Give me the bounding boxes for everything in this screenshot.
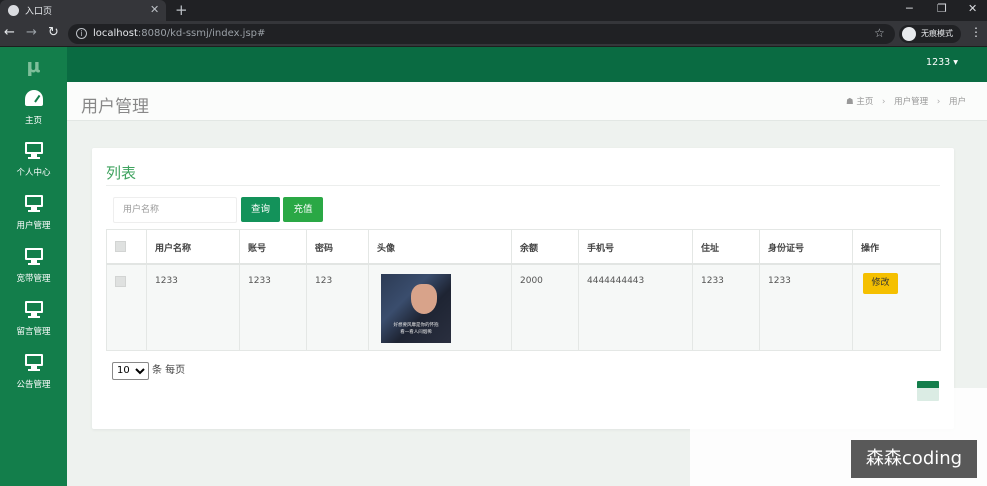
sidebar-item-home[interactable]: 主页 xyxy=(0,90,67,143)
globe-icon xyxy=(8,5,19,16)
top-header: 1233 ▾ xyxy=(67,47,987,82)
incognito-label: 无痕模式 xyxy=(921,29,953,38)
restore-icon[interactable]: ❐ xyxy=(937,2,947,15)
page-size-control: 10条 每页 xyxy=(112,361,185,380)
bookmark-star-icon[interactable]: ☆ xyxy=(874,26,885,40)
close-icon[interactable]: ✕ xyxy=(150,3,159,16)
column-header: 操作 xyxy=(852,229,941,265)
table-row: 1233 1233 123 好想要风靡是你的怀抱 看一看人间烟稀 2000 44… xyxy=(106,263,941,351)
page-header: 用户管理 ☗ 主页 › 用户管理 › 用户 xyxy=(67,82,987,121)
user-table: 用户名称 账号 密码 头像 余额 手机号 住址 身份证号 操作 1233 123… xyxy=(106,229,941,351)
column-header: 手机号 xyxy=(578,229,693,265)
list-card: 列表 用户名称 查询 充值 用户名称 账号 密码 头像 余额 手机号 住址 身份… xyxy=(92,148,954,429)
new-tab-icon[interactable]: + xyxy=(175,1,188,19)
watermark: 森森coding xyxy=(851,440,977,478)
username-search-input[interactable]: 用户名称 xyxy=(113,197,237,223)
sidebar-item-label: 主页 xyxy=(24,116,42,126)
minimize-icon[interactable]: ─ xyxy=(906,2,913,15)
browser-tab-bar: 入口页 ✕ + ─ ❐ ✕ xyxy=(0,0,987,21)
incognito-badge[interactable]: 无痕模式 xyxy=(899,25,961,43)
balance-cell: 2000 xyxy=(511,263,579,351)
monitor-icon xyxy=(24,142,44,160)
row-checkbox[interactable] xyxy=(115,275,126,287)
browser-tab[interactable]: 入口页 ✕ xyxy=(0,0,166,21)
monitor-icon xyxy=(24,195,44,213)
tab-title: 入口页 xyxy=(25,7,53,17)
column-header: 头像 xyxy=(368,229,512,265)
url-text: localhost:8080/kd-ssmj/index.jsp# xyxy=(93,28,266,39)
back-icon[interactable]: ← xyxy=(4,25,15,40)
monitor-icon xyxy=(24,248,44,266)
monitor-icon xyxy=(24,301,44,319)
monitor-icon xyxy=(24,354,44,372)
column-header: 身份证号 xyxy=(759,229,853,265)
select-all-checkbox[interactable] xyxy=(115,241,126,252)
breadcrumb-current: 用户 xyxy=(948,97,966,107)
sidebar-item-personal-center[interactable]: 个人中心 xyxy=(0,142,67,195)
sidebar-item-announcement-management[interactable]: 公告管理 xyxy=(0,354,67,407)
reload-icon[interactable]: ↻ xyxy=(48,25,59,40)
column-header: 账号 xyxy=(239,229,307,265)
divider xyxy=(106,185,940,186)
forward-icon[interactable]: → xyxy=(26,25,37,40)
breadcrumb-user-management[interactable]: 用户管理 xyxy=(894,97,928,107)
column-header: 余额 xyxy=(511,229,579,265)
query-button[interactable]: 查询 xyxy=(241,197,280,222)
sidebar-item-label: 公告管理 xyxy=(16,380,51,390)
sidebar-item-user-management[interactable]: 用户管理 xyxy=(0,195,67,248)
breadcrumb: ☗ 主页 › 用户管理 › 用户 xyxy=(846,95,966,107)
breadcrumb-separator: › xyxy=(882,97,886,107)
account-cell: 1233 xyxy=(239,263,307,351)
user-menu[interactable]: 1233 ▾ xyxy=(926,57,958,68)
breadcrumb-separator: › xyxy=(936,97,941,107)
card-title: 列表 xyxy=(106,164,137,182)
column-header: 住址 xyxy=(692,229,760,265)
avatar: 好想要风靡是你的怀抱 看一看人间烟稀 xyxy=(381,273,451,343)
sidebar-item-label: 个人中心 xyxy=(16,168,51,178)
info-icon[interactable]: i xyxy=(76,28,87,39)
sidebar: μ 主页 个人中心 用户管理 宽带管理 留言管理 公告管理 xyxy=(0,47,67,486)
phone-cell: 4444444443 xyxy=(578,263,693,351)
column-header: 密码 xyxy=(306,229,369,265)
table-header-row: 用户名称 账号 密码 头像 余额 手机号 住址 身份证号 操作 xyxy=(106,229,941,265)
password-cell: 123 xyxy=(306,263,369,351)
window-close-icon[interactable]: ✕ xyxy=(968,2,977,15)
page-title: 用户管理 xyxy=(81,97,149,117)
home-icon: ☗ xyxy=(846,97,854,107)
sidebar-item-broadband-management[interactable]: 宽带管理 xyxy=(0,248,67,301)
dashboard-icon xyxy=(24,90,44,108)
more-menu-icon[interactable]: ⋮ xyxy=(970,25,982,39)
page-size-label: 条 每页 xyxy=(152,365,186,376)
recharge-button[interactable]: 充值 xyxy=(283,197,323,222)
sidebar-item-label: 用户管理 xyxy=(16,221,51,231)
id-card-cell: 1233 xyxy=(759,263,853,351)
sidebar-item-label: 留言管理 xyxy=(16,327,51,337)
breadcrumb-home[interactable]: 主页 xyxy=(856,97,873,107)
address-bar: ← → ↻ i localhost:8080/kd-ssmj/index.jsp… xyxy=(0,21,987,47)
incognito-icon xyxy=(902,27,916,41)
username-cell: 1233 xyxy=(146,263,240,351)
edit-button[interactable]: 修改 xyxy=(863,272,898,294)
url-field[interactable]: i localhost:8080/kd-ssmj/index.jsp# ☆ xyxy=(68,24,895,44)
avatar-caption: 好想要风靡是你的怀抱 看一看人间烟稀 xyxy=(393,322,439,335)
page-size-select[interactable]: 10 xyxy=(112,361,149,380)
address-cell: 1233 xyxy=(692,263,760,351)
logo: μ xyxy=(26,55,41,77)
column-header: 用户名称 xyxy=(146,229,240,265)
avatar-cell: 好想要风靡是你的怀抱 看一看人间烟稀 xyxy=(368,263,512,351)
sidebar-item-message-management[interactable]: 留言管理 xyxy=(0,301,67,354)
select-all-cell xyxy=(106,229,147,265)
sidebar-item-label: 宽带管理 xyxy=(16,274,51,284)
row-select-cell xyxy=(106,263,147,351)
action-cell: 修改 xyxy=(852,263,941,351)
